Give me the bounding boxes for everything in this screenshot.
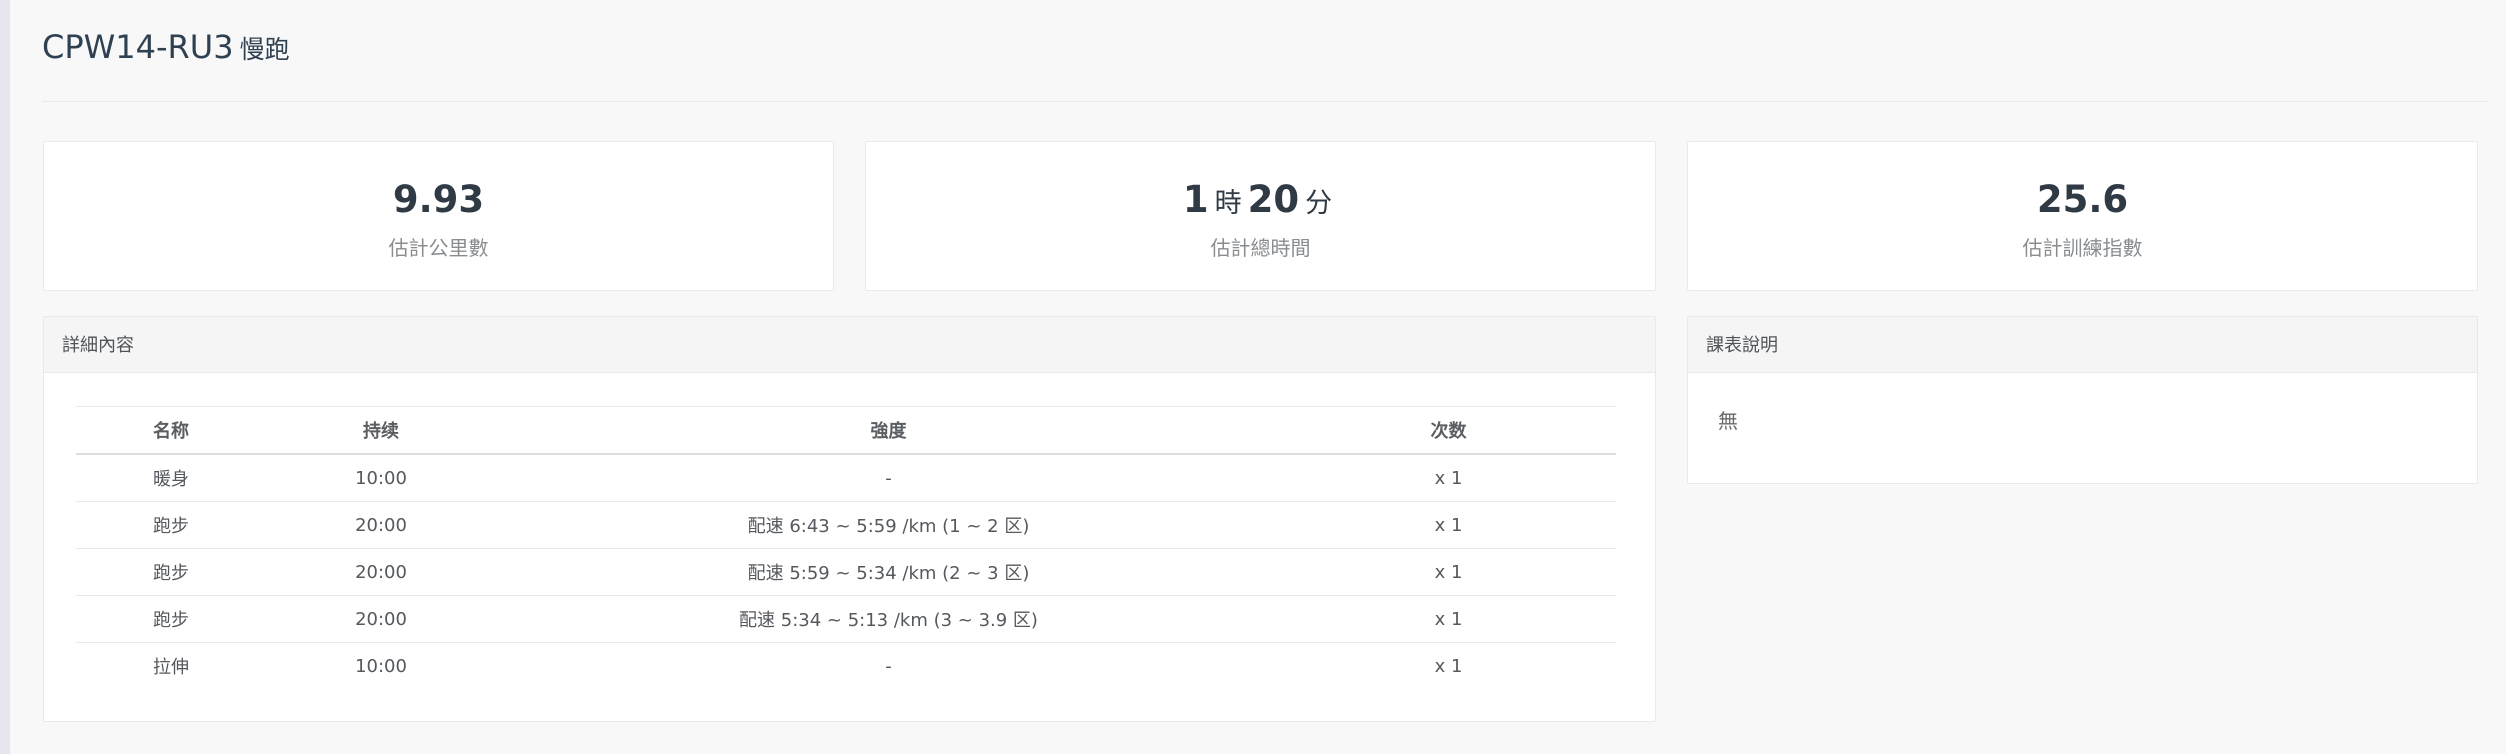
cell-name: 跑步 [76,548,266,596]
cell-name: 暖身 [76,454,266,502]
page-title: CPW14-RU3 慢跑 [42,28,290,66]
table-row: 跑步 20:00 配速 5:34 ~ 5:13 /km (3 ~ 3.9 区) … [76,595,1616,643]
column-header-count: 次数 [1281,406,1616,455]
cell-name: 跑步 [76,501,266,549]
stat-time-minutes: 20 [1247,178,1300,221]
notes-panel-body: 無 [1688,373,2477,483]
cell-intensity: 配速 5:59 ~ 5:34 /km (2 ~ 3 区) [496,548,1281,596]
table-row: 暖身 10:00 - x 1 [76,454,1616,502]
cell-count: x 1 [1434,655,1463,677]
cell-count: x 1 [1281,548,1616,596]
stat-time-hours-unit: 時 [1214,188,1242,219]
stat-time-label: 估計總時間 [1210,236,1311,260]
stat-training-index-value: 25.6 [2036,178,2129,221]
cell-count: x 1 [1281,454,1616,502]
cell-duration: 20:00 [266,548,496,596]
cell-duration: 10:00 [266,454,496,502]
table-row: 跑步 20:00 配速 5:59 ~ 5:34 /km (2 ~ 3 区) x … [76,548,1616,596]
cell-count: x 1 [1281,595,1616,643]
page: CPW14-RU3 慢跑 9.93 估計公里數 1 時 20 分 估計總時間 25.6 … [0,0,2506,754]
table-row: 拉伸 10:00 - x 1 [76,643,1616,690]
column-header-duration: 持续 [266,406,496,455]
notes-panel: 課表說明 無 [1687,316,2478,484]
stat-distance-label: 估計公里數 [388,236,489,260]
cell-intensity: 配速 6:43 ~ 5:59 /km (1 ~ 2 区) [496,501,1281,549]
plan-name: 慢跑 [239,35,290,64]
stat-time-hours: 1 [1182,178,1209,221]
table-row: 跑步 20:00 配速 6:43 ~ 5:59 /km (1 ~ 2 区) x … [76,501,1616,549]
column-header-intensity: 強度 [496,406,1281,455]
stat-card-training-index: 25.6 估計訓練指數 [1687,141,2478,291]
schedule-table: 名称 持续 強度 次数 暖身 10:00 - x 1 跑步 20:00 配速 6… [76,406,1616,689]
cell-intensity: - [496,454,1281,502]
stat-training-index-label: 估計訓練指數 [2022,236,2143,260]
plan-code: CPW14-RU3 [42,28,234,66]
cell-count: x 1 [1281,501,1616,549]
schedule-header-row: 名称 持续 強度 次数 [76,406,1616,455]
cell-intensity: 配速 5:34 ~ 5:13 /km (3 ~ 3.9 区) [496,595,1281,643]
title-divider [42,101,2488,102]
cell-intensity: - [885,655,892,677]
cell-name: 拉伸 [153,657,189,678]
cell-duration: 20:00 [266,501,496,549]
cell-duration: 20:00 [266,595,496,643]
column-header-name: 名称 [76,406,266,455]
stat-distance-value: 9.93 [392,178,485,221]
stat-card-time: 1 時 20 分 估計總時間 [865,141,1656,291]
stat-time-value: 1 時 20 分 [866,176,1655,228]
cell-duration: 10:00 [355,655,407,677]
details-panel-heading: 詳細內容 [44,317,1655,373]
notes-text: 無 [1718,409,1738,433]
stat-time-minutes-unit: 分 [1305,188,1333,219]
stat-card-distance: 9.93 估計公里數 [43,141,834,291]
content-area: CPW14-RU3 慢跑 9.93 估計公里數 1 時 20 分 估計總時間 25.6 … [10,0,2506,754]
notes-panel-heading: 課表說明 [1688,317,2477,373]
cell-name: 跑步 [76,595,266,643]
